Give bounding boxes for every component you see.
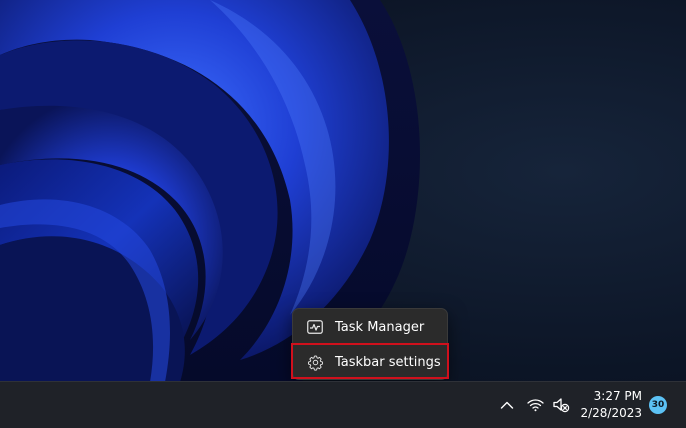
clock-date: 2/28/2023 <box>580 406 642 420</box>
menu-item-label: Task Manager <box>335 319 425 335</box>
menu-item-task-manager[interactable]: Task Manager <box>293 310 447 344</box>
taskbar[interactable]: 3:27 PM 2/28/2023 30 <box>0 381 686 428</box>
menu-item-taskbar-settings[interactable]: Taskbar settings <box>293 345 447 379</box>
clock-time: 3:27 PM <box>593 389 642 403</box>
taskbar-clock[interactable]: 3:27 PM 2/28/2023 <box>576 388 642 422</box>
wifi-icon[interactable] <box>524 394 546 416</box>
chevron-up-icon[interactable] <box>496 394 518 416</box>
notification-badge[interactable]: 30 <box>649 396 667 414</box>
gear-icon <box>306 353 324 371</box>
taskbar-context-menu: Task Manager Taskbar settings <box>292 308 448 380</box>
task-manager-icon <box>306 318 324 336</box>
desktop: Task Manager Taskbar settings 3:27 PM 2/… <box>0 0 686 428</box>
menu-item-label: Taskbar settings <box>335 354 441 370</box>
speaker-muted-icon[interactable] <box>550 394 572 416</box>
